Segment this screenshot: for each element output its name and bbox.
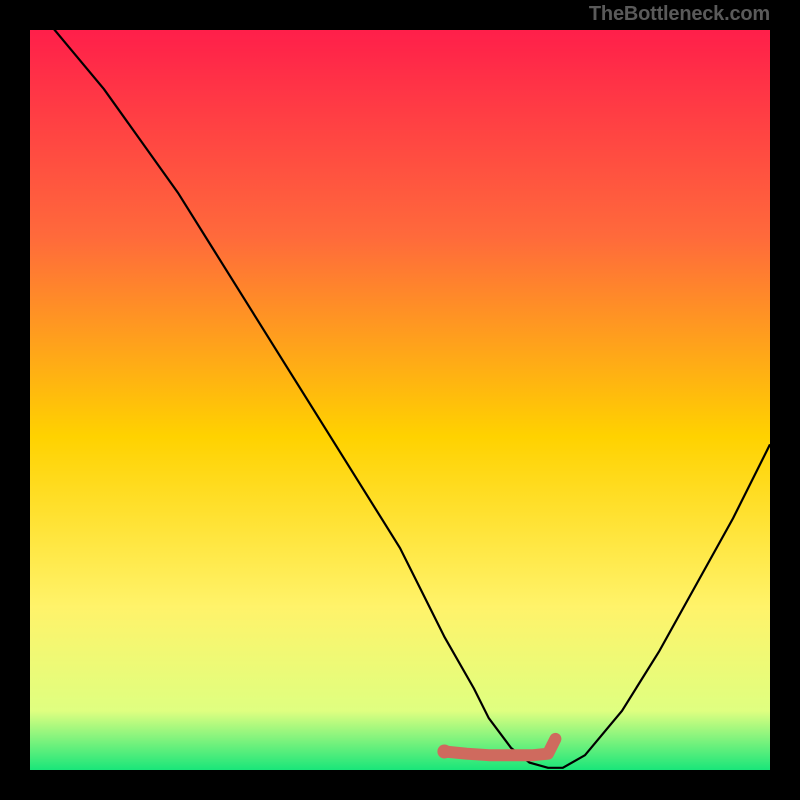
chart-svg <box>30 30 770 770</box>
optimal-range-start-dot <box>437 745 451 759</box>
plot-area <box>30 30 770 770</box>
attribution-watermark: TheBottleneck.com <box>589 3 770 26</box>
chart-canvas: TheBottleneck.com <box>0 0 800 800</box>
